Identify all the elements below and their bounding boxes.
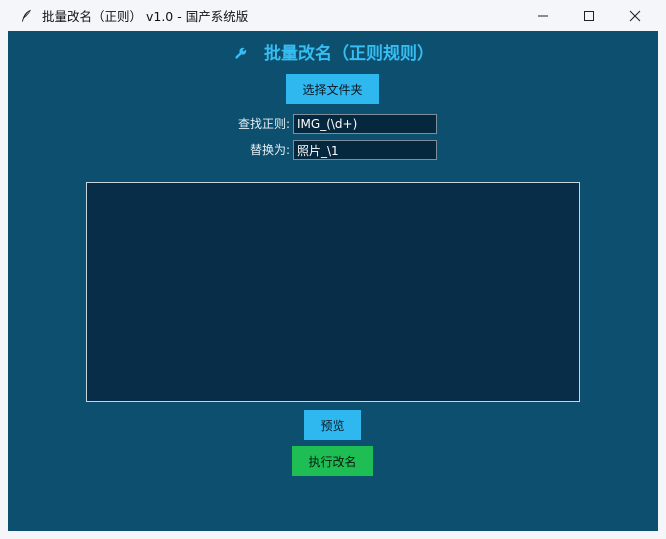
title-bar[interactable]: 批量改名（正则） v1.0 - 国产系统版: [0, 0, 666, 31]
close-button[interactable]: [612, 0, 658, 31]
maximize-icon: [584, 10, 594, 21]
close-icon: [629, 10, 641, 21]
minimize-icon: [538, 15, 548, 16]
wrench-icon: [235, 47, 247, 59]
page-title-text: 批量改名（正则规则）: [263, 44, 434, 64]
replace-input[interactable]: [293, 140, 437, 160]
replace-label: 替换为:: [249, 143, 290, 157]
find-regex-label: 查找正则:: [237, 117, 290, 131]
window-title: 批量改名（正则） v1.0 - 国产系统版: [42, 9, 249, 24]
maximize-button[interactable]: [566, 0, 612, 31]
feather-icon: [22, 9, 31, 22]
app-window: 批量改名（正则） v1.0 - 国产系统版 批量改名（正则规则） 选择文件夹 查…: [0, 0, 666, 539]
minimize-button[interactable]: [520, 0, 566, 31]
preview-list[interactable]: [86, 182, 580, 402]
run-rename-button[interactable]: 执行改名: [292, 446, 373, 476]
select-folder-button[interactable]: 选择文件夹: [286, 74, 379, 104]
page-title: 批量改名（正则规则）: [8, 43, 658, 65]
find-regex-input[interactable]: [293, 114, 437, 134]
main-panel: 批量改名（正则规则） 选择文件夹 查找正则: 替换为: 预览 执行改名: [8, 31, 658, 531]
preview-button[interactable]: 预览: [304, 410, 361, 440]
